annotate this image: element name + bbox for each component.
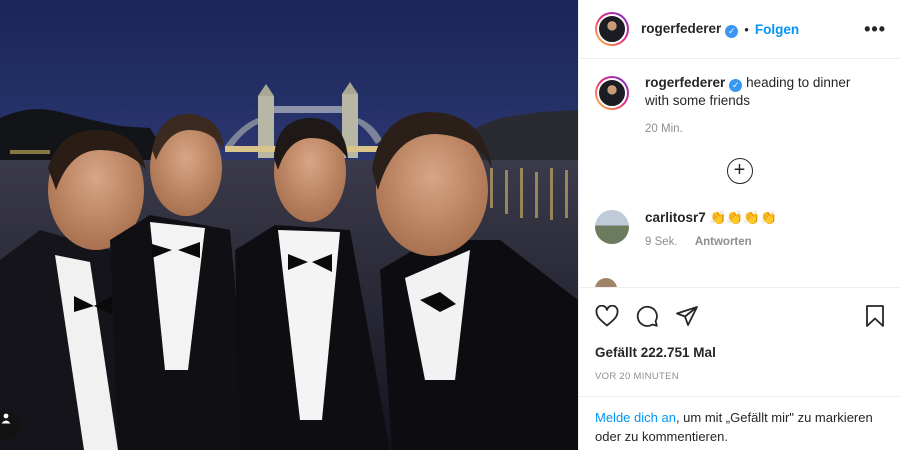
comment-button[interactable] <box>635 304 659 328</box>
comment-text: 👏👏👏👏 <box>709 210 777 225</box>
separator-dot: • <box>744 21 749 37</box>
truncated-comment-avatar[interactable] <box>595 278 617 287</box>
author-username[interactable]: rogerfederer ✓ <box>641 21 739 38</box>
plus-circle-icon[interactable]: + <box>726 158 753 184</box>
author-username-text[interactable]: rogerfederer <box>641 21 721 36</box>
save-button[interactable] <box>864 304 886 328</box>
truncated-comment-text: … <box>747 282 760 288</box>
more-options-button[interactable]: ••• <box>864 19 886 40</box>
comment-time[interactable]: 9 Sek. <box>645 236 678 248</box>
caption-time[interactable]: 20 Min. <box>645 120 865 138</box>
post-header: rogerfederer ✓ • Folgen ••• <box>579 0 900 59</box>
login-prompt: Melde dich an, um mit „Gefällt mir" zu m… <box>579 396 900 446</box>
like-button[interactable] <box>595 305 619 327</box>
caption-verified-badge-icon: ✓ <box>729 79 743 92</box>
caption-avatar[interactable] <box>595 76 629 110</box>
comment-item: carlitosr7 👏👏👏👏 9 Sek. Antworten <box>595 210 777 248</box>
instagram-post: rogerfederer ✓ • Folgen ••• rogerfederer ✓… <box>0 0 900 450</box>
post-photo[interactable] <box>0 0 578 450</box>
commenter-avatar[interactable] <box>595 210 629 244</box>
post-actions-bar <box>595 301 886 331</box>
verified-badge-icon: ✓ <box>725 24 739 38</box>
likes-count[interactable]: Gefällt 222.751 Mal <box>595 345 716 360</box>
login-link[interactable]: Melde dich an <box>595 410 676 425</box>
reply-button[interactable]: Antworten <box>695 236 752 248</box>
commenter-username[interactable]: carlitosr7 <box>645 210 706 225</box>
truncated-comment-row: … <box>595 277 884 288</box>
bookmark-icon <box>866 305 884 327</box>
caption-username[interactable]: rogerfederer <box>645 75 725 90</box>
post-caption: rogerfederer ✓ heading to dinner with som… <box>579 60 900 138</box>
author-avatar[interactable] <box>595 12 629 46</box>
user-tag-icon <box>1 413 11 424</box>
comment-icon <box>636 305 658 327</box>
comments-section[interactable]: rogerfederer ✓ heading to dinner with som… <box>579 60 900 288</box>
post-side-panel: rogerfederer ✓ • Folgen ••• rogerfederer ✓… <box>578 0 900 450</box>
follow-button[interactable]: Folgen <box>755 22 799 37</box>
photo-scene <box>0 0 578 450</box>
paper-plane-icon <box>676 306 698 326</box>
heart-icon <box>595 305 619 327</box>
post-time-ago[interactable]: VOR 20 MINUTEN <box>595 371 679 382</box>
share-button[interactable] <box>675 304 699 328</box>
